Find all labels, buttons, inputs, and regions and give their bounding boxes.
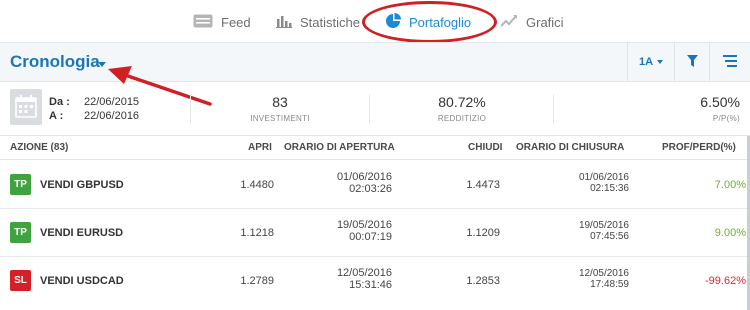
period-label: 1A [638,56,654,68]
col-orario-chiusura[interactable]: ORARIO DI CHIUSURA [516,142,624,153]
row-close-time: 17:48:59 [590,279,629,290]
tab-statistiche-label: Statistiche [300,14,360,30]
take-profit-badge: TP [10,174,31,195]
from-label: Da : [49,96,70,108]
pp-value: 6.50% [700,94,740,110]
row-open-datetime: 19/05/2016 00:07:19 [337,219,392,243]
tab-grafici-label: Grafici [526,14,564,30]
yield-stat: 80.72% REDDITIZIO [387,94,537,123]
row-open-time: 15:31:46 [349,279,392,291]
row-close-price: 1.4473 [466,179,500,191]
pp-stat: 6.50% P/P(%) [640,94,740,123]
row-close-time: 07:45:56 [590,231,629,242]
row-close-datetime: 01/06/2016 02:15:36 [579,172,629,194]
yield-value: 80.72% [438,94,486,110]
row-close-date: 12/05/2016 [578,268,629,279]
row-open-time: 02:03:26 [349,183,392,195]
chevron-down-icon[interactable] [98,62,106,67]
top-tab-bar: Feed Statistiche Portafoglio Grafici [0,0,750,43]
col-apri[interactable]: APRI [248,142,272,153]
pp-label: P/P(%) [712,114,740,123]
table-header: AZIONE (83) APRI ORARIO DI APERTURA CHIU… [0,136,750,160]
row-close-datetime: 12/05/2016 17:48:59 [579,268,629,290]
row-symbol: VENDI GBPUSD [40,179,124,191]
col-azione[interactable]: AZIONE (83) [10,142,68,153]
list-view-button[interactable] [709,43,750,81]
row-symbol: VENDI EURUSD [40,227,124,239]
row-close-datetime: 19/05/2016 07:45:56 [579,220,629,242]
table-row[interactable]: TP VENDI GBPUSD 1.4480 01/06/2016 02:03:2… [0,161,750,209]
filter-button[interactable] [674,43,709,81]
tab-feed-label: Feed [221,14,251,30]
summary-stats: Da : 22/06/2015 A : 22/06/2016 83 INVEST… [0,82,750,136]
row-open-date: 01/06/2016 [336,171,392,183]
row-close-time: 02:15:36 [590,183,629,194]
row-profit-loss: -99.62% [705,275,746,287]
row-open-time: 00:07:19 [349,231,392,243]
history-header-bar: Cronologia 1A [0,42,750,82]
col-prof-perd[interactable]: PROF/PERD(%) [662,142,736,153]
feed-icon [193,14,213,31]
row-open-datetime: 12/05/2016 15:31:46 [337,267,392,291]
col-orario-apertura[interactable]: ORARIO DI APERTURA [284,142,395,153]
from-date: 22/06/2015 [84,96,140,108]
stop-loss-badge: SL [10,270,31,291]
row-close-date: 19/05/2016 [578,220,629,231]
filter-icon [686,54,698,70]
row-open-price: 1.1218 [240,227,274,239]
table-row[interactable]: SL VENDI USDCAD 1.2789 12/05/2016 15:31:4… [0,257,750,310]
to-date: 22/06/2016 [84,110,140,122]
period-dropdown[interactable]: 1A [627,43,674,81]
list-icon [723,54,737,70]
row-open-datetime: 01/06/2016 02:03:26 [337,171,392,195]
investments-label: INVESTIMENTI [250,114,310,123]
divider [190,94,191,124]
page-title[interactable]: Cronologia [10,52,100,72]
highlight-oval [362,1,497,43]
row-profit-loss: 9.00% [714,227,746,239]
tab-grafici[interactable]: Grafici [500,8,564,36]
row-open-date: 12/05/2016 [336,267,392,279]
stats-icon [276,14,292,31]
caret-down-icon [657,60,664,64]
row-close-price: 1.2853 [466,275,500,287]
yield-label: REDDITIZIO [437,114,487,123]
col-chiudi[interactable]: CHIUDI [468,142,502,153]
row-close-date: 01/06/2016 [578,172,629,183]
investments-stat: 83 INVESTIMENTI [205,94,355,123]
calendar-icon[interactable] [10,89,42,125]
take-profit-badge: TP [10,222,31,243]
investments-value: 83 [272,94,288,110]
to-label: A : [49,110,64,122]
tab-statistiche[interactable]: Statistiche [276,8,360,36]
divider [553,94,554,124]
table-row[interactable]: TP VENDI EURUSD 1.1218 19/05/2016 00:07:1… [0,209,750,257]
tab-feed[interactable]: Feed [193,8,251,36]
row-open-date: 19/05/2016 [336,219,392,231]
row-symbol: VENDI USDCAD [40,275,124,287]
row-open-price: 1.4480 [240,179,274,191]
row-profit-loss: 7.00% [714,179,746,191]
divider [369,94,370,124]
row-open-price: 1.2789 [240,275,274,287]
chart-icon [500,14,518,31]
row-close-price: 1.1209 [466,227,500,239]
